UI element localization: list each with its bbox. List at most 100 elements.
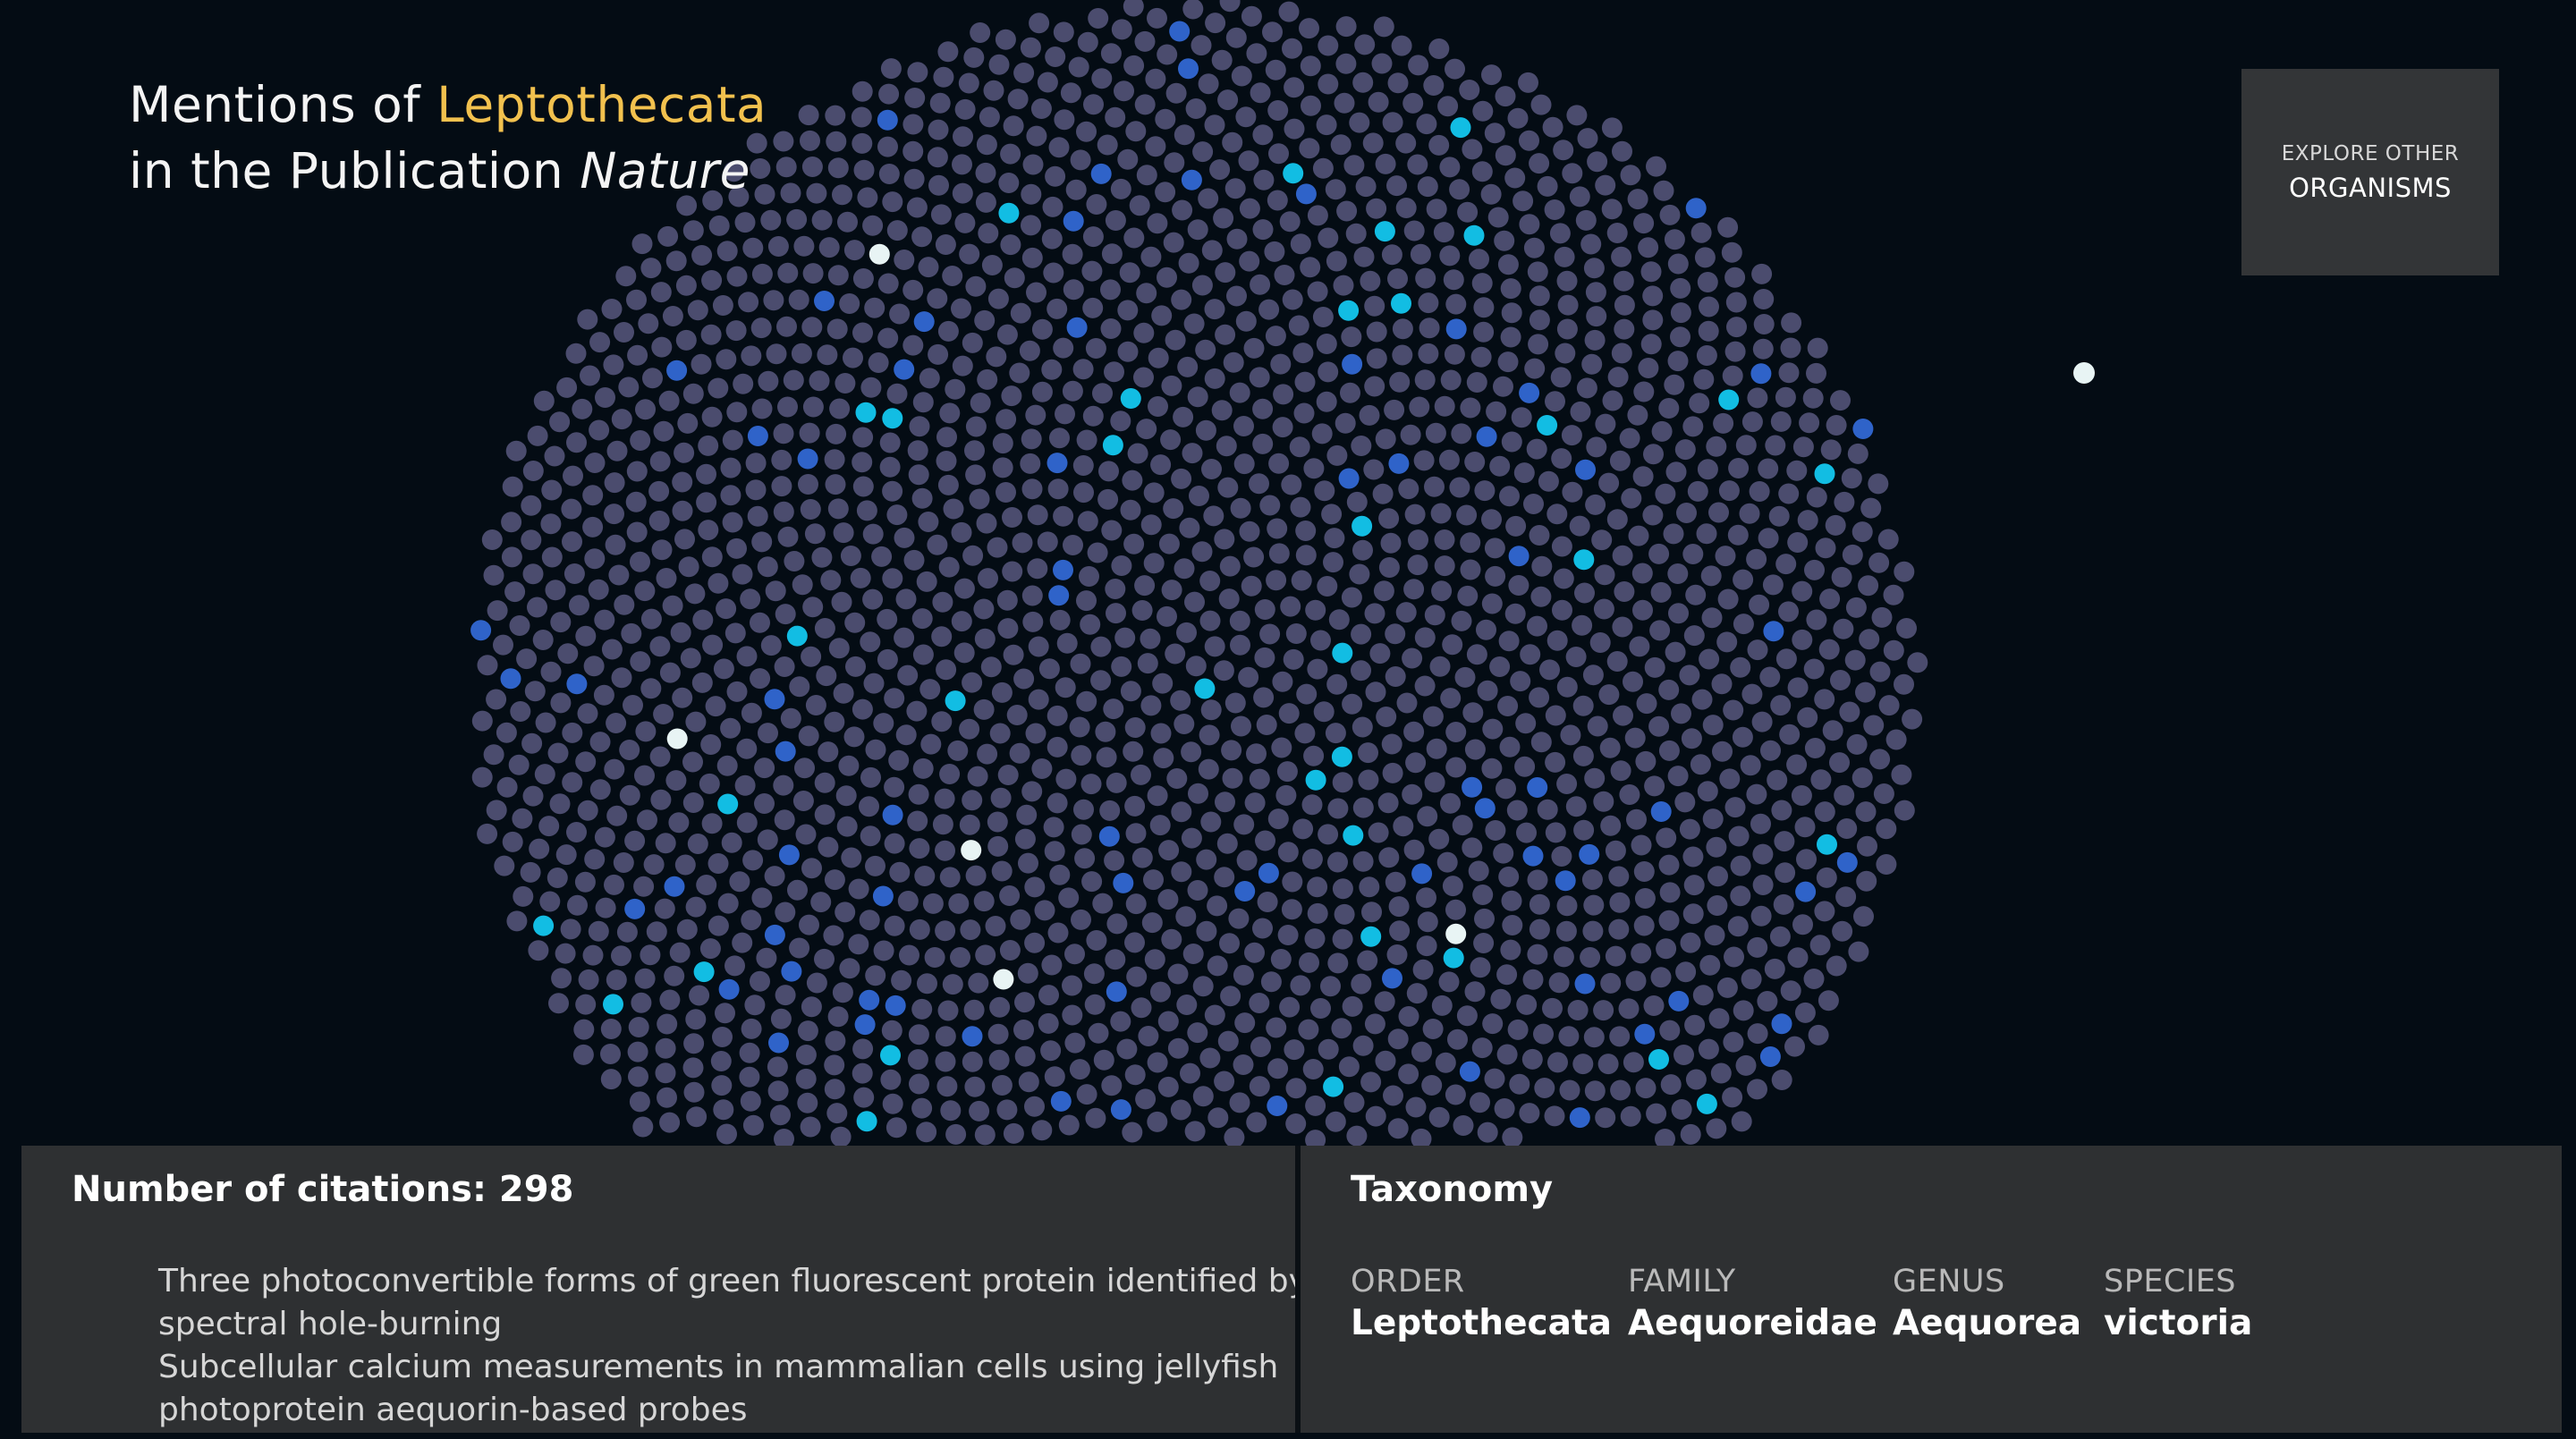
- citation-dot[interactable]: [788, 289, 809, 310]
- citation-dot[interactable]: [758, 723, 778, 744]
- citation-dot[interactable]: [843, 726, 865, 748]
- citation-dot[interactable]: [1752, 843, 1774, 865]
- citation-dot[interactable]: [575, 994, 597, 1015]
- citation-dot[interactable]: [1583, 258, 1605, 279]
- citation-dot[interactable]: [1313, 701, 1335, 723]
- citation-dot[interactable]: [1265, 326, 1286, 347]
- citation-dot[interactable]: [794, 758, 815, 779]
- citation-dot[interactable]: [1002, 561, 1023, 582]
- citation-dot[interactable]: [1806, 487, 1827, 508]
- citation-dot[interactable]: [1814, 463, 1835, 485]
- citation-dot[interactable]: [1493, 376, 1513, 397]
- citation-dot[interactable]: [1819, 588, 1841, 610]
- citation-dot[interactable]: [1331, 746, 1352, 767]
- citation-dot[interactable]: [1221, 740, 1242, 761]
- citation-dot[interactable]: [1422, 706, 1444, 727]
- citation-dot[interactable]: [764, 924, 785, 945]
- citation-dot[interactable]: [1332, 928, 1353, 950]
- citation-dot[interactable]: [672, 500, 693, 521]
- citation-dot[interactable]: [1335, 412, 1356, 434]
- citation-dot[interactable]: [1076, 590, 1097, 612]
- citation-dot[interactable]: [1784, 1036, 1805, 1057]
- citation-dot[interactable]: [1296, 683, 1318, 705]
- citation-dot[interactable]: [1260, 971, 1282, 993]
- citation-dot[interactable]: [1513, 462, 1535, 484]
- citation-dot[interactable]: [1852, 767, 1873, 789]
- citation-dot[interactable]: [500, 668, 521, 690]
- citation-dot[interactable]: [1750, 905, 1772, 927]
- citation-dot[interactable]: [1215, 262, 1236, 284]
- citation-dot[interactable]: [1133, 322, 1155, 343]
- citation-dot[interactable]: [619, 740, 640, 760]
- citation-dot[interactable]: [965, 416, 987, 437]
- citation-dot[interactable]: [691, 353, 712, 375]
- citation-dot[interactable]: [836, 816, 858, 837]
- citation-dot[interactable]: [1417, 806, 1438, 827]
- citation-dot[interactable]: [814, 804, 835, 825]
- citation-dot[interactable]: [1834, 784, 1855, 806]
- citation-dot[interactable]: [1522, 969, 1544, 990]
- citation-dot[interactable]: [1163, 232, 1184, 253]
- citation-dot[interactable]: [1562, 163, 1583, 184]
- citation-dot[interactable]: [1631, 834, 1652, 856]
- citation-dot[interactable]: [1029, 13, 1050, 34]
- citation-dot[interactable]: [1451, 610, 1472, 631]
- citation-dot[interactable]: [655, 833, 676, 854]
- citation-dot[interactable]: [566, 432, 587, 453]
- citation-dot[interactable]: [1579, 843, 1600, 865]
- citation-dot[interactable]: [1527, 777, 1548, 798]
- citation-dot[interactable]: [1086, 194, 1107, 215]
- citation-dot[interactable]: [1664, 229, 1685, 250]
- citation-dot[interactable]: [1556, 270, 1578, 292]
- citation-dot[interactable]: [1547, 1052, 1568, 1073]
- citation-dot[interactable]: [1123, 55, 1145, 76]
- citation-dot[interactable]: [964, 1076, 986, 1097]
- citation-dot[interactable]: [1832, 920, 1853, 942]
- citation-dot[interactable]: [953, 642, 975, 664]
- citation-dot[interactable]: [1368, 91, 1389, 113]
- citation-dot[interactable]: [1472, 885, 1494, 905]
- citation-dot[interactable]: [716, 241, 738, 262]
- citation-dot[interactable]: [1372, 483, 1394, 504]
- citation-dot[interactable]: [751, 887, 773, 909]
- citation-dot[interactable]: [1208, 1107, 1229, 1129]
- citation-dot[interactable]: [1537, 415, 1558, 436]
- citation-dot[interactable]: [1620, 1105, 1641, 1127]
- citation-dot[interactable]: [1477, 1122, 1498, 1143]
- citation-dot[interactable]: [1471, 1037, 1493, 1059]
- citation-dot[interactable]: [625, 491, 647, 512]
- citation-dot[interactable]: [555, 844, 577, 866]
- citation-dot[interactable]: [872, 885, 894, 907]
- citation-dot[interactable]: [635, 721, 657, 742]
- citation-dot[interactable]: [1546, 504, 1568, 525]
- citation-dot[interactable]: [859, 989, 880, 1011]
- citation-dot[interactable]: [1775, 862, 1796, 884]
- citation-dot[interactable]: [1682, 416, 1704, 437]
- citation-dot[interactable]: [1778, 362, 1800, 384]
- citation-dot[interactable]: [902, 334, 924, 356]
- citation-dot[interactable]: [1473, 321, 1495, 343]
- citation-dot[interactable]: [1642, 309, 1664, 331]
- citation-dot[interactable]: [1566, 105, 1588, 126]
- citation-dot[interactable]: [1559, 1079, 1580, 1101]
- citation-dot[interactable]: [914, 866, 936, 886]
- citation-dot[interactable]: [1110, 1099, 1131, 1121]
- citation-dot[interactable]: [1358, 742, 1378, 764]
- citation-dot[interactable]: [764, 866, 785, 887]
- citation-dot[interactable]: [1378, 508, 1400, 529]
- citation-dot[interactable]: [1366, 348, 1387, 369]
- citation-dot[interactable]: [1353, 246, 1375, 267]
- citation-dot[interactable]: [604, 874, 624, 895]
- citation-dot[interactable]: [1301, 849, 1323, 869]
- citation-dot[interactable]: [1611, 246, 1632, 267]
- citation-dot[interactable]: [1305, 1130, 1326, 1146]
- citation-dot[interactable]: [1239, 250, 1260, 272]
- citation-dot[interactable]: [1299, 952, 1319, 973]
- citation-dot[interactable]: [936, 1076, 958, 1097]
- citation-dot[interactable]: [1730, 855, 1751, 876]
- citation-dot[interactable]: [1066, 317, 1088, 338]
- citation-dot[interactable]: [1324, 528, 1345, 549]
- citation-dot[interactable]: [654, 898, 675, 919]
- citation-dot[interactable]: [1631, 943, 1652, 964]
- citation-dot[interactable]: [1606, 223, 1628, 243]
